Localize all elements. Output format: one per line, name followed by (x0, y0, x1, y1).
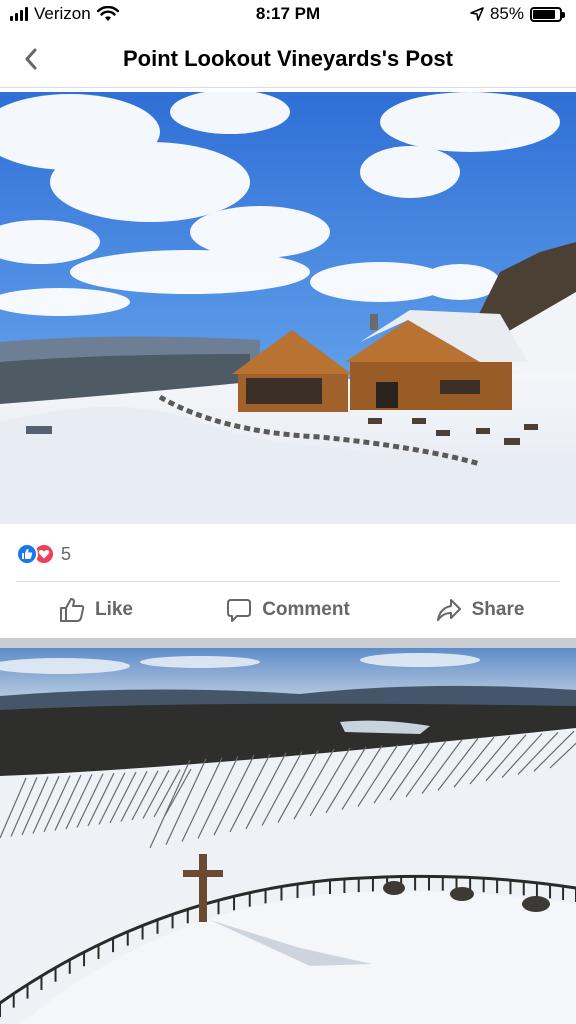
page-title: Point Lookout Vineyards's Post (123, 45, 453, 71)
battery-icon (530, 6, 565, 22)
like-button[interactable]: Like (0, 584, 192, 636)
reaction-count: 5 (61, 543, 72, 564)
like-icon (16, 543, 38, 565)
post-photo-lodge[interactable] (0, 92, 576, 524)
comment-icon (227, 599, 252, 622)
battery-percent: 85% (489, 4, 524, 23)
back-button[interactable] (14, 42, 48, 76)
comment-button[interactable]: Comment (192, 584, 384, 636)
post-separator (0, 638, 576, 648)
battery-level (533, 9, 556, 19)
vineyard-photo-image (0, 648, 576, 1024)
location-arrow-icon (470, 7, 484, 21)
lodge-photo-image (0, 92, 576, 524)
share-label: Share (471, 599, 525, 620)
share-icon (436, 599, 461, 621)
reactions-summary[interactable]: 5 (16, 540, 71, 568)
share-button[interactable]: Share (384, 584, 576, 636)
status-bar: Verizon 8:17 PM 85% (0, 0, 576, 30)
comment-label: Comment (262, 599, 350, 620)
action-divider (16, 581, 560, 582)
status-right: 85% (470, 4, 565, 24)
post-action-bar: Like Comment Share (0, 584, 576, 636)
chevron-left-icon (25, 48, 37, 70)
thumbs-up-icon (59, 598, 85, 622)
post-photo-vineyard[interactable] (0, 648, 576, 1024)
like-label: Like (94, 599, 134, 620)
post-header: Point Lookout Vineyards's Post (0, 30, 576, 88)
